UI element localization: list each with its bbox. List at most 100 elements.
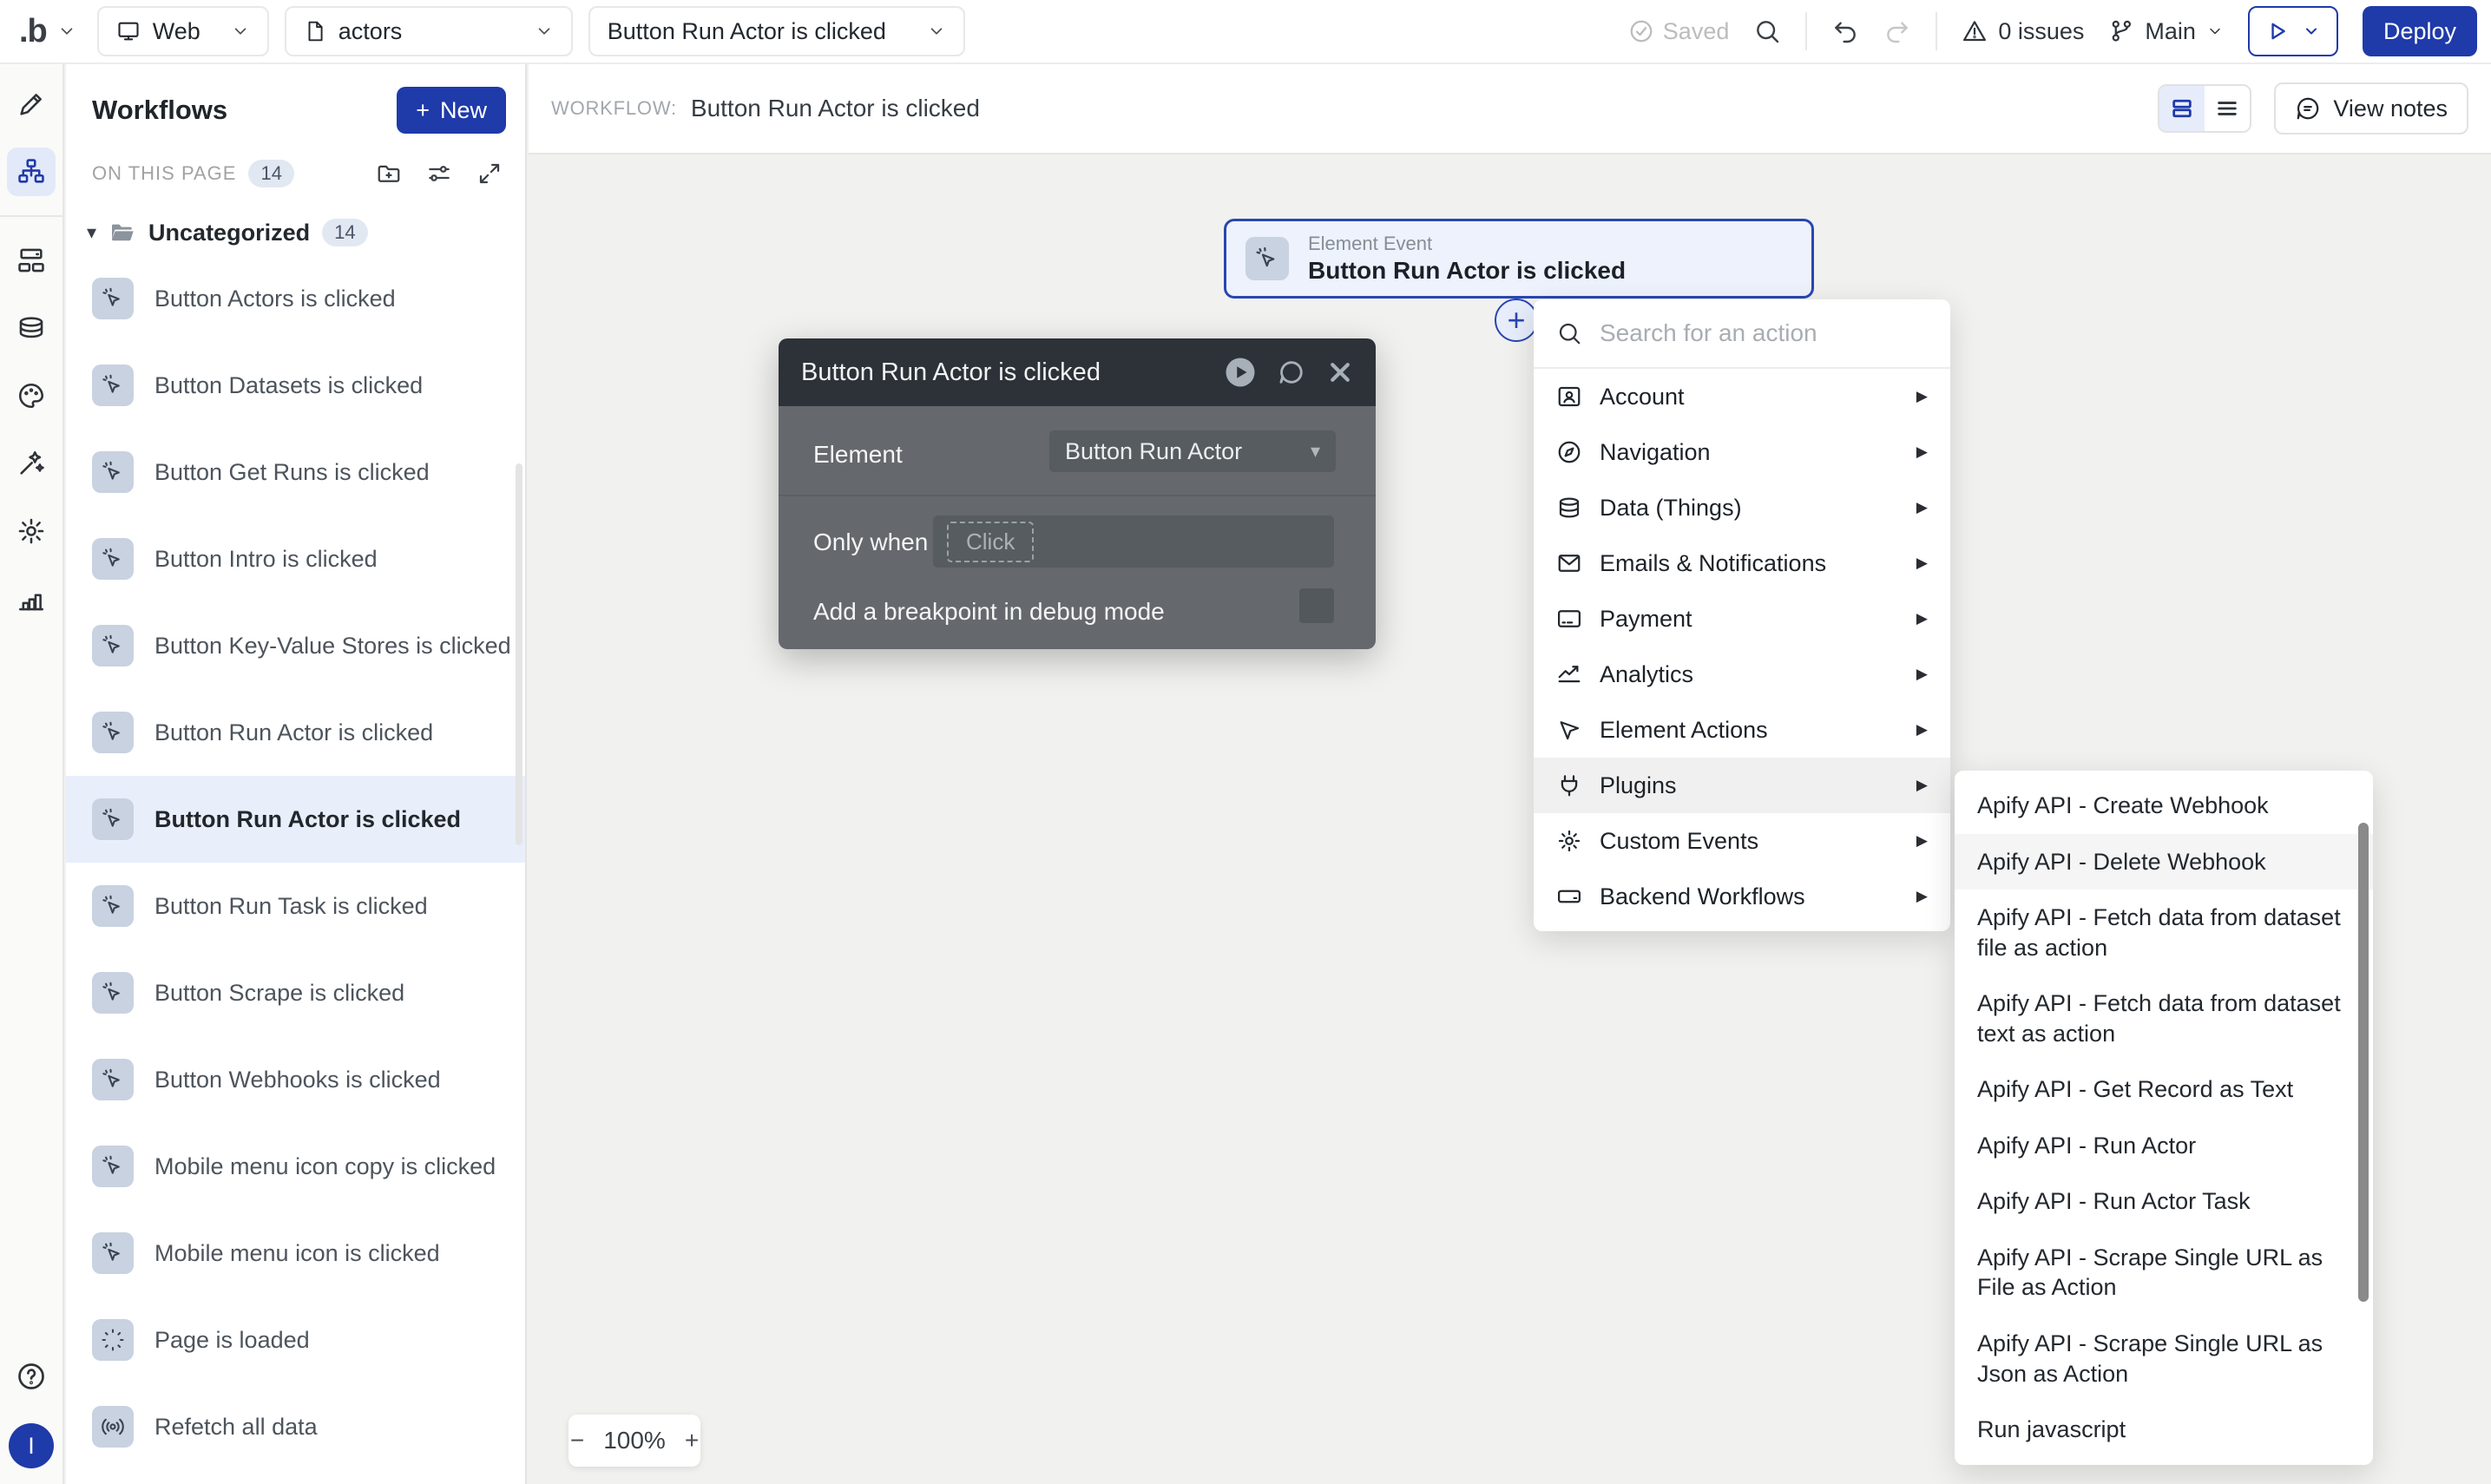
zoom-level: 100% xyxy=(603,1427,666,1454)
rail-reusables-tab[interactable] xyxy=(7,236,56,285)
click-placeholder-token[interactable]: Click xyxy=(947,521,1035,562)
workflow-list-item[interactable]: Mobile menu icon copy is clicked xyxy=(66,1123,525,1210)
divider xyxy=(1936,12,1938,50)
workflow-list-item[interactable]: Button Datasets is clicked xyxy=(66,342,525,429)
only-when-input[interactable]: Click xyxy=(933,515,1334,568)
page-select[interactable]: actors xyxy=(284,6,573,56)
card-view-button[interactable] xyxy=(2159,86,2205,131)
workflow-canvas[interactable]: Element Event Button Run Actor is clicke… xyxy=(529,154,2491,1484)
rail-design-tab[interactable] xyxy=(7,80,56,128)
submenu-item[interactable]: Run javascript xyxy=(1955,1402,2373,1458)
search-icon[interactable] xyxy=(1753,17,1781,45)
event-properties-dialog: Button Run Actor is clicked Element Butt… xyxy=(779,338,1376,649)
submenu-item[interactable]: Apify API - Scrape Single URL as Json as… xyxy=(1955,1316,2373,1402)
menu-item-analytics[interactable]: Analytics ▶ xyxy=(1534,647,1950,702)
workflow-select[interactable]: Button Run Actor is clicked xyxy=(588,6,965,56)
undo-icon[interactable] xyxy=(1831,17,1859,45)
submenu-item[interactable]: Apify API - Fetch data from dataset file… xyxy=(1955,890,2373,975)
dialog-header[interactable]: Button Run Actor is clicked xyxy=(779,338,1376,406)
branch-select[interactable]: Main xyxy=(2108,18,2224,45)
breakpoint-checkbox[interactable] xyxy=(1299,588,1334,623)
rail-settings-tab[interactable] xyxy=(7,507,56,555)
bubble-logo[interactable]: .b xyxy=(14,13,82,50)
avatar[interactable]: I xyxy=(9,1423,54,1468)
workflow-list-item[interactable]: Page is loaded xyxy=(66,1297,525,1383)
menu-item-custom-events[interactable]: Custom Events ▶ xyxy=(1534,813,1950,869)
close-icon[interactable] xyxy=(1327,359,1353,385)
menu-item-navigation[interactable]: Navigation ▶ xyxy=(1534,424,1950,480)
chevron-down-icon: ▾ xyxy=(1310,440,1320,462)
add-folder-icon[interactable] xyxy=(376,161,402,187)
on-this-page-label: ON THIS PAGE xyxy=(92,162,237,184)
workflow-list-item[interactable]: Button Get Runs is clicked xyxy=(66,429,525,515)
zoom-out-button[interactable]: − xyxy=(570,1427,584,1454)
saved-status: Saved xyxy=(1628,18,1729,45)
workflow-list-item[interactable]: Refetch all data xyxy=(66,1383,525,1470)
caret-down-icon: ▾ xyxy=(87,221,97,243)
deploy-button[interactable]: Deploy xyxy=(2362,6,2477,56)
workflow-list-item-selected[interactable]: Button Run Actor is clicked xyxy=(66,776,525,863)
filter-sliders-icon[interactable] xyxy=(426,161,452,187)
rail-workflow-tab[interactable] xyxy=(7,148,56,196)
expand-icon[interactable] xyxy=(477,161,503,187)
help-button[interactable] xyxy=(7,1352,56,1401)
workflow-item-label: Button Run Actor is clicked xyxy=(154,805,462,832)
menu-item-plugins[interactable]: Plugins ▶ xyxy=(1534,758,1950,813)
add-action-button[interactable]: + xyxy=(1495,299,1538,342)
rail-logs-tab[interactable] xyxy=(7,575,56,623)
list-view-button[interactable] xyxy=(2205,86,2251,131)
submenu-arrow-icon: ▶ xyxy=(1916,388,1928,404)
menu-item-backend-workflows[interactable]: Backend Workflows ▶ xyxy=(1534,869,1950,924)
issues-label: 0 issues xyxy=(1998,17,2085,44)
submenu-item[interactable]: Apify API - Delete Webhook xyxy=(1955,833,2373,890)
submenu-item[interactable]: Apify API - Get Record as Text xyxy=(1955,1061,2373,1118)
submenu-arrow-icon: ▶ xyxy=(1916,721,1928,738)
menu-item-account[interactable]: Account ▶ xyxy=(1534,369,1950,424)
workflow-list-item[interactable]: Button Run Task is clicked xyxy=(66,863,525,949)
submenu-item[interactable]: Apify API - Run Actor Task xyxy=(1955,1173,2373,1230)
issues-indicator[interactable]: 0 issues xyxy=(1962,18,2084,45)
submenu-item[interactable]: Apify API - Create Webhook xyxy=(1955,778,2373,834)
submenu-item[interactable]: Apify API - Run Actor xyxy=(1955,1118,2373,1174)
zoom-in-button[interactable]: + xyxy=(685,1427,699,1454)
workflow-list-scrollbar[interactable] xyxy=(516,463,523,845)
workflow-list-item[interactable]: Button Intro is clicked xyxy=(66,515,525,602)
menu-item-payment[interactable]: Payment ▶ xyxy=(1534,591,1950,647)
view-notes-button[interactable]: View notes xyxy=(2274,82,2468,135)
comment-icon[interactable] xyxy=(1277,358,1306,387)
rail-data-tab[interactable] xyxy=(7,304,56,352)
action-search-input[interactable] xyxy=(1598,318,1928,348)
workflow-list-item[interactable]: Button Key-Value Stores is clicked xyxy=(66,602,525,689)
workflow-list-item[interactable]: Button Run Actor is clicked xyxy=(66,689,525,776)
platform-select[interactable]: Web xyxy=(96,6,269,56)
chevron-down-icon xyxy=(2210,28,2220,35)
submenu-arrow-icon: ▶ xyxy=(1916,610,1928,627)
menu-item-label: Custom Events xyxy=(1600,827,1759,854)
element-dropdown-value: Button Run Actor xyxy=(1065,437,1243,464)
plus-icon: + xyxy=(416,96,430,123)
event-node[interactable]: Element Event Button Run Actor is clicke… xyxy=(1224,219,1814,299)
menu-item-element-actions[interactable]: Element Actions ▶ xyxy=(1534,702,1950,758)
submenu-scrollbar[interactable] xyxy=(2358,823,2369,1302)
workflow-list-item[interactable]: Button Actors is clicked xyxy=(66,255,525,342)
workflow-list-item[interactable]: Button Scrape is clicked xyxy=(66,949,525,1036)
cursor-click-icon xyxy=(92,972,134,1014)
workflow-list-item[interactable]: Button Webhooks is clicked xyxy=(66,1036,525,1123)
preview-button[interactable] xyxy=(2247,6,2338,56)
new-workflow-button[interactable]: + New xyxy=(397,87,506,134)
menu-item-label: Navigation xyxy=(1600,438,1711,465)
chevron-down-icon xyxy=(930,28,943,35)
folder-uncategorized[interactable]: ▾ Uncategorized 14 xyxy=(66,219,525,246)
redo-icon[interactable] xyxy=(1883,17,1911,45)
workflow-list-item[interactable]: Mobile menu icon is clicked xyxy=(66,1210,525,1297)
menu-item-data-things[interactable]: Data (Things) ▶ xyxy=(1534,480,1950,535)
element-dropdown[interactable]: Button Run Actor ▾ xyxy=(1049,430,1336,472)
rail-styles-tab[interactable] xyxy=(7,371,56,420)
action-search-row[interactable] xyxy=(1534,299,1950,369)
submenu-arrow-icon: ▶ xyxy=(1916,555,1928,571)
submenu-item[interactable]: Apify API - Fetch data from dataset text… xyxy=(1955,975,2373,1061)
menu-item-emails-notifications[interactable]: Emails & Notifications ▶ xyxy=(1534,535,1950,591)
run-play-icon[interactable] xyxy=(1225,357,1256,388)
rail-plugins-tab[interactable] xyxy=(7,439,56,488)
submenu-item[interactable]: Apify API - Scrape Single URL as File as… xyxy=(1955,1230,2373,1316)
